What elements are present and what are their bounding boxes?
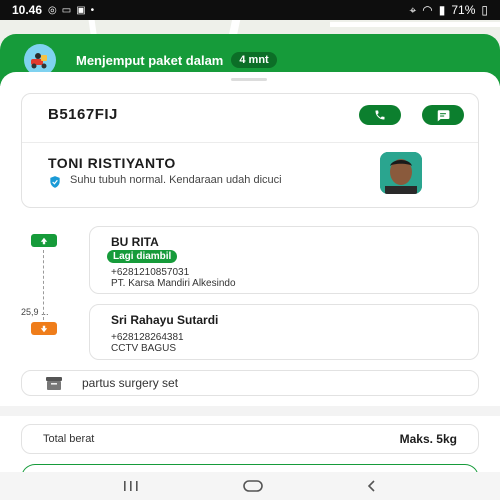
health-note: Suhu tubuh normal. Kendaraan udah dicuci [48,174,368,189]
pickup-name: BU RITA [111,235,159,249]
banner-text: Menjemput paket dalam [76,52,224,68]
recent-apps-button[interactable] [122,480,140,492]
pickup-status-badge: Lagi diambil [107,250,178,263]
call-button[interactable] [359,105,401,125]
pickup-stop-card[interactable]: BU RITA Lagi diambil +6281210857031 PT. … [89,226,479,294]
pickup-marker [31,234,57,247]
vehicle-plate: B5167FIJ [48,106,118,123]
section-separator [0,406,500,416]
dropoff-name: Sri Rahayu Sutardi [111,313,219,327]
weight-value: Maks. 5kg [399,432,457,446]
notification-icons: ◎ ▭ ▣ • [48,5,94,16]
item-label: partus surgery set [82,376,179,390]
chat-icon [437,109,450,121]
map-road [330,22,500,27]
chat-button[interactable] [422,105,464,125]
back-icon [368,480,375,492]
app-notification-icon: ▭ [61,4,72,16]
back-button[interactable] [366,480,378,492]
pickup-note: PT. Karsa Mandiri Alkesindo [111,278,236,289]
battery-icon: ▯ [481,3,488,17]
weight-row: Total berat Maks. 5kg [21,424,479,454]
home-icon [243,480,263,492]
arrow-down-icon [40,325,48,332]
instagram-icon: ◎ [48,4,57,16]
dropoff-note: CCTV BAGUS [111,343,177,354]
route-distance: 25,9 ... [21,307,49,317]
arrow-up-icon [40,237,48,244]
signal-icon: ▮ [438,3,446,17]
item-row[interactable]: partus surgery set [21,370,479,396]
location-icon: ⌖ [409,2,417,17]
recent-apps-icon [123,481,138,491]
system-nav-bar [0,472,500,500]
health-note-text: Suhu tubuh normal. Kendaraan udah dicuci [70,174,282,186]
battery-percent: 71% [451,3,476,17]
order-sheet: B5167FIJ TONI RISTIYANTO Suhu tubuh norm… [0,72,500,484]
sheet-drag-handle[interactable] [231,78,267,81]
gallery-icon: ▣ [76,4,86,16]
phone-icon [375,110,385,120]
status-time: 10.46 [12,3,43,17]
home-button[interactable] [243,480,263,492]
pickup-phone: +6281210857031 [111,267,190,278]
dot-icon: • [90,4,95,16]
shield-check-icon [50,176,60,188]
status-bar: 10.46 ◎ ▭ ▣ • ⌖ ◠ ▮ 71% ▯ [0,0,500,20]
dropoff-phone: +628128264381 [111,332,184,343]
driver-name: TONI RISTIYANTO [48,155,176,171]
weight-label: Total berat [43,433,95,445]
wifi-icon: ◠ [422,3,433,17]
eta-badge: 4 mnt [231,52,277,68]
driver-card: B5167FIJ TONI RISTIYANTO Suhu tubuh norm… [21,93,479,208]
divider [22,142,478,143]
package-box-icon [46,376,62,390]
driver-photo[interactable] [380,152,422,194]
dropoff-stop-card[interactable]: Sri Rahayu Sutardi +628128264381 CCTV BA… [89,304,479,360]
dropoff-marker [31,322,57,335]
